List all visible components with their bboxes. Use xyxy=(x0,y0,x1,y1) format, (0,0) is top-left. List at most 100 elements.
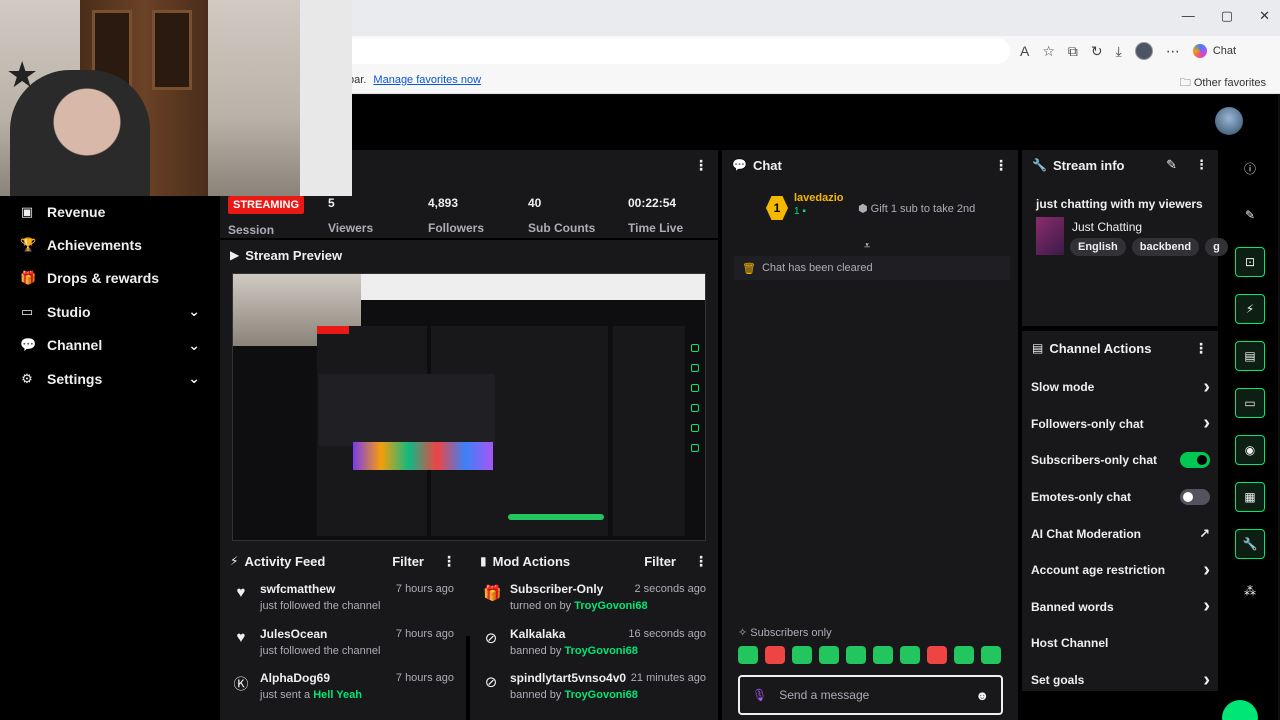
external-link-icon[interactable]: ↗ xyxy=(1199,526,1210,542)
browser-profile-avatar[interactable] xyxy=(1134,42,1153,60)
collapse-chevron-icon[interactable]: ⩡ xyxy=(864,240,870,253)
sub-highlight[interactable]: TroyGovoni68 xyxy=(564,645,637,657)
read-aloud-icon[interactable]: A xyxy=(1020,43,1029,59)
chevron-down-icon[interactable]: ⌄ xyxy=(188,337,200,354)
sub-highlight[interactable]: TroyGovoni68 xyxy=(574,600,647,612)
action-set-goals[interactable]: Set goals › xyxy=(1022,662,1218,699)
stream-preview-video[interactable] xyxy=(232,273,706,541)
other-favorites[interactable]: 🗀 Other favorites xyxy=(1180,74,1266,93)
more-icon[interactable]: ⋯ xyxy=(1166,43,1180,60)
edit-icon[interactable]: ✎ xyxy=(1235,200,1265,230)
action-emotes-only-chat[interactable]: Emotes-only chat xyxy=(1022,479,1218,516)
emote-icon[interactable] xyxy=(792,646,812,664)
chat-message-input[interactable]: 🎙 Send a message ☻ xyxy=(738,675,1003,715)
sidebar-item-channel[interactable]: 💬 Channel ⌄ xyxy=(0,329,218,362)
sidebar-item-drops-rewards[interactable]: 🎁 Drops & rewards xyxy=(0,262,218,295)
subscribers-only-toggle[interactable] xyxy=(1180,452,1210,469)
stream-tag[interactable]: g xyxy=(1205,238,1228,256)
action-subscribers-only-chat[interactable]: Subscribers-only chat xyxy=(1022,442,1218,479)
download-icon[interactable]: ⤓ xyxy=(1116,43,1122,60)
sidebar-item-achievements[interactable]: 🏆 Achievements xyxy=(0,228,218,261)
sidebar-item-studio[interactable]: ▭ Studio ⌄ xyxy=(0,295,218,328)
kebab-icon[interactable]: ⋮ xyxy=(994,157,1008,174)
kebab-icon[interactable]: ⋮ xyxy=(442,553,456,570)
action-banned-words[interactable]: Banned words › xyxy=(1022,589,1218,626)
emote-icon[interactable] xyxy=(819,646,839,664)
star-decoration-icon: ★ xyxy=(6,54,39,95)
profile-avatar[interactable] xyxy=(1215,107,1243,135)
emotes-only-toggle[interactable] xyxy=(1180,489,1210,506)
star-icon[interactable]: ☆ xyxy=(1042,43,1055,60)
sub-highlight[interactable]: Hell Yeah xyxy=(313,689,362,701)
stats-items: 5 Viewers 4,893 Followers 40 Sub Counts 00:22:… xyxy=(328,196,708,237)
chevron-right-icon[interactable]: › xyxy=(1203,669,1210,692)
chevron-right-icon[interactable]: › xyxy=(1203,412,1210,435)
kebab-icon[interactable]: ⋮ xyxy=(694,553,708,570)
maximize-button[interactable]: ▢ xyxy=(1221,8,1233,24)
address-bar[interactable] xyxy=(300,38,1010,64)
toolbar-icons: A ☆ ⧉ ↻ ⤓ ⋯ Chat xyxy=(1020,42,1236,60)
tools-icon[interactable]: 🔧 xyxy=(1235,529,1265,559)
action-followers-only-chat[interactable]: Followers-only chat › xyxy=(1022,406,1218,443)
mod-item[interactable]: ⊘ Kalkalaka banned by TroyGovoni68 16 secon… xyxy=(470,621,718,666)
info-icon[interactable]: ⓘ xyxy=(1235,153,1265,183)
emote-icon[interactable] xyxy=(738,646,758,664)
notes-icon[interactable]: ▤ xyxy=(1235,341,1265,371)
mod-filter-button[interactable]: Filter xyxy=(644,554,676,569)
category-name[interactable]: Just Chatting xyxy=(1072,220,1142,234)
activity-filter-button[interactable]: Filter xyxy=(392,554,424,569)
activity-item-time: 7 hours ago xyxy=(395,672,454,684)
emote-icon[interactable] xyxy=(873,646,893,664)
kebab-icon[interactable]: ⋮ xyxy=(1194,340,1208,357)
clip-icon[interactable]: ⊡ xyxy=(1235,247,1265,277)
layout-icon[interactable]: ▦ xyxy=(1235,482,1265,512)
extensions-icon[interactable]: ⧉ xyxy=(1068,43,1078,60)
chevron-right-icon[interactable]: › xyxy=(1203,376,1210,399)
kebab-icon[interactable]: ⋮ xyxy=(694,157,708,174)
microphone-icon[interactable]: 🎙 xyxy=(752,688,767,702)
action-host-channel[interactable]: Host Channel xyxy=(1022,625,1218,662)
action-label: Banned words xyxy=(1031,599,1114,614)
minimize-button[interactable]: — xyxy=(1182,8,1195,24)
chevron-down-icon[interactable]: ⌄ xyxy=(188,370,200,387)
mod-item[interactable]: ⊘ spindlytart5vnso4v0 banned by TroyGovoni… xyxy=(470,665,718,710)
action-label: Subscribers-only chat xyxy=(1031,453,1158,468)
pencil-icon[interactable]: ✎ xyxy=(1166,157,1177,173)
emote-icon[interactable] xyxy=(981,646,1001,664)
subs-only-text: Subscribers only xyxy=(750,627,832,639)
activity-item[interactable]: ♥ JulesOcean just followed the channel 7 ho… xyxy=(220,621,466,666)
action-ai-chat-moderation[interactable]: AI Chat Moderation ↗ xyxy=(1022,515,1218,552)
history-icon[interactable]: ↻ xyxy=(1091,43,1103,60)
top-gifter[interactable]: 1 lavedazio 1 ▪ xyxy=(766,192,844,220)
sidebar-item-settings[interactable]: ⚙ Settings ⌄ xyxy=(0,362,218,395)
copilot-button[interactable]: Chat xyxy=(1192,44,1236,58)
kebab-icon[interactable]: ⋮ xyxy=(1195,157,1208,173)
share-icon[interactable]: ⁂ xyxy=(1235,576,1265,606)
chat-rail-icon[interactable]: ▭ xyxy=(1235,388,1265,418)
chevron-right-icon[interactable]: › xyxy=(1203,595,1210,618)
mod-item[interactable]: 🎁 Subscriber-Only turned on by TroyGovoni6… xyxy=(470,576,718,621)
emote-icon[interactable] xyxy=(900,646,920,664)
lightning-icon[interactable]: ⚡ xyxy=(1235,294,1265,324)
close-window-button[interactable]: ✕ xyxy=(1259,8,1270,24)
emote-icon[interactable] xyxy=(846,646,866,664)
broadcast-icon[interactable]: ◉ xyxy=(1235,435,1265,465)
emoji-picker-icon[interactable]: ☻ xyxy=(975,688,989,703)
action-slow-mode[interactable]: Slow mode › xyxy=(1022,369,1218,406)
manage-favorites-link[interactable]: Manage favorites now xyxy=(373,74,481,86)
sidebar-item-revenue[interactable]: ▣ Revenue xyxy=(0,195,218,228)
emote-icon[interactable] xyxy=(954,646,974,664)
emote-icon[interactable] xyxy=(765,646,785,664)
activity-item[interactable]: ♥ swfcmatthew just followed the channel 7 h… xyxy=(220,576,466,621)
sub-highlight[interactable]: TroyGovoni68 xyxy=(564,689,637,701)
activity-item[interactable]: Ⓚ AlphaDog69 just sent a Hell Yeah 7 hours … xyxy=(220,665,466,710)
mod-item-sub: banned by TroyGovoni68 xyxy=(510,645,718,657)
sidebar-item-label: Achievements xyxy=(47,237,142,254)
action-account-age-restriction[interactable]: Account age restriction › xyxy=(1022,552,1218,589)
emote-icon[interactable] xyxy=(927,646,947,664)
stream-tag[interactable]: backbend xyxy=(1131,238,1200,256)
chevron-right-icon[interactable]: › xyxy=(1203,559,1210,582)
chevron-down-icon[interactable]: ⌄ xyxy=(188,303,200,320)
stream-tag[interactable]: English xyxy=(1070,238,1126,256)
gift-sub-cta[interactable]: ⬢ Gift 1 sub to take 2nd xyxy=(858,202,975,215)
